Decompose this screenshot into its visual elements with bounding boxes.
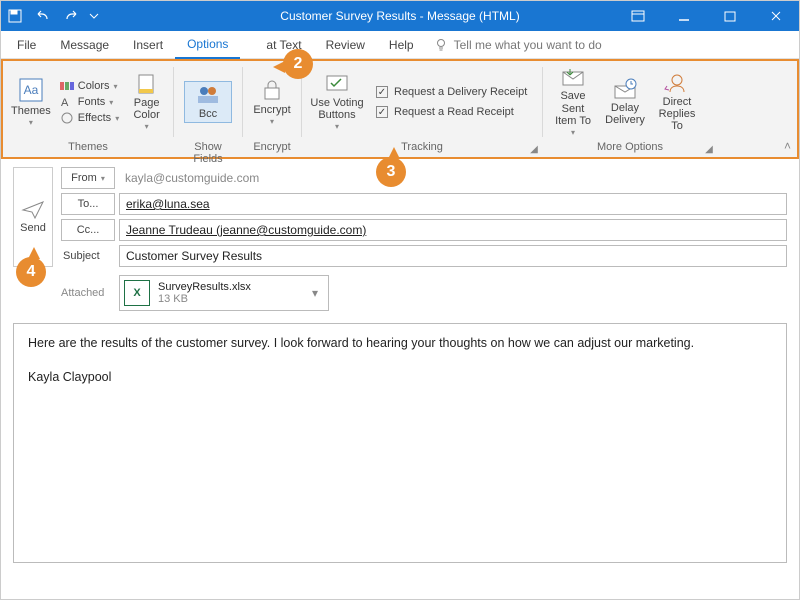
- effects-button[interactable]: Effects▾: [57, 111, 122, 125]
- body-paragraph: Here are the results of the customer sur…: [28, 336, 772, 350]
- group-encrypt-label: Encrypt: [249, 141, 295, 157]
- colors-icon: [60, 80, 74, 92]
- group-themes-label: Themes: [9, 141, 167, 157]
- attachment-item[interactable]: X SurveyResults.xlsx 13 KB ▾: [119, 275, 329, 311]
- save-sent-button[interactable]: Save Sent Item To▾: [549, 64, 597, 139]
- page-color-button[interactable]: Page Color▾: [126, 71, 167, 134]
- lightbulb-icon: [434, 38, 448, 52]
- delay-delivery-button[interactable]: Delay Delivery: [601, 76, 649, 128]
- from-button[interactable]: From▾: [61, 167, 115, 189]
- tellme-search[interactable]: Tell me what you want to do: [434, 38, 602, 52]
- group-show-fields: Bcc Show Fields: [174, 61, 242, 157]
- qat-customize-icon[interactable]: [85, 1, 103, 31]
- callout-badge-4: 4: [16, 257, 46, 287]
- group-more-options: Save Sent Item To▾ Delay Delivery Direct…: [543, 61, 717, 157]
- fonts-icon: A: [60, 96, 74, 108]
- cc-button[interactable]: Cc...: [61, 219, 115, 241]
- svg-text:A: A: [61, 97, 69, 108]
- menu-insert[interactable]: Insert: [121, 31, 175, 59]
- tracking-launcher-icon[interactable]: ◢: [528, 143, 540, 155]
- delay-icon: [612, 78, 638, 100]
- delivery-receipt-checkbox[interactable]: ✓Request a Delivery Receipt: [374, 85, 529, 99]
- svg-text:Aa: Aa: [24, 83, 39, 97]
- voting-buttons-button[interactable]: Use Voting Buttons▾: [308, 71, 366, 134]
- message-body[interactable]: Here are the results of the customer sur…: [13, 323, 787, 563]
- group-tracking-label: Tracking: [308, 141, 536, 157]
- attachment-name: SurveyResults.xlsx: [158, 281, 251, 293]
- subject-field[interactable]: Customer Survey Results: [119, 245, 787, 267]
- voting-icon: [324, 73, 350, 95]
- menu-message[interactable]: Message: [48, 31, 121, 59]
- read-receipt-checkbox[interactable]: ✓Request a Read Receipt: [374, 105, 529, 119]
- direct-replies-icon: [664, 72, 690, 94]
- window-title: Customer Survey Results - Message (HTML): [280, 9, 519, 23]
- title-bar: Customer Survey Results - Message (HTML): [1, 1, 799, 31]
- themes-icon: Aa: [18, 77, 44, 103]
- from-value: kayla@customguide.com: [119, 167, 787, 189]
- group-show-fields-label: Show Fields: [180, 141, 236, 157]
- ribbon: Aa Themes▾ Colors▾ A Fonts▾ Effects▾: [1, 59, 799, 159]
- themes-button[interactable]: Aa Themes▾: [9, 75, 53, 130]
- callout-badge-2: 2: [283, 49, 313, 79]
- group-more-options-label: More Options: [549, 141, 711, 157]
- bcc-icon: [195, 84, 221, 106]
- save-icon[interactable]: [1, 1, 29, 31]
- colors-button[interactable]: Colors▾: [57, 79, 122, 93]
- menu-file[interactable]: File: [5, 31, 48, 59]
- encrypt-button[interactable]: Encrypt▾: [249, 76, 295, 129]
- page-color-icon: [136, 73, 158, 95]
- attachment-size: 13 KB: [158, 293, 251, 305]
- attached-label: Attached: [61, 282, 119, 304]
- menu-bar: File Message Insert Options at Text Revi…: [1, 31, 799, 59]
- to-button[interactable]: To...: [61, 193, 115, 215]
- tellme-label: Tell me what you want to do: [454, 38, 602, 52]
- to-field[interactable]: erika@luna.sea: [119, 193, 787, 215]
- redo-icon[interactable]: [57, 1, 85, 31]
- attachment-dropdown-icon[interactable]: ▾: [308, 286, 322, 300]
- excel-icon: X: [124, 280, 150, 306]
- callout-badge-3: 3: [376, 157, 406, 187]
- undo-icon[interactable]: [29, 1, 57, 31]
- lock-icon: [260, 78, 284, 102]
- collapse-ribbon-icon[interactable]: ˄: [784, 139, 791, 153]
- bcc-button[interactable]: Bcc: [184, 81, 232, 123]
- effects-icon: [60, 112, 74, 124]
- ribbon-display-icon[interactable]: [615, 1, 661, 31]
- maximize-button[interactable]: [707, 1, 753, 31]
- direct-replies-button[interactable]: Direct Replies To: [653, 70, 701, 134]
- menu-review[interactable]: Review: [314, 31, 377, 59]
- compose-area: Send From▾ kayla@customguide.com To... e…: [1, 159, 799, 571]
- fonts-button[interactable]: A Fonts▾: [57, 95, 122, 109]
- save-sent-icon: [560, 66, 586, 88]
- group-tracking: Use Voting Buttons▾ ✓Request a Delivery …: [302, 61, 542, 157]
- minimize-button[interactable]: [661, 1, 707, 31]
- close-button[interactable]: [753, 1, 799, 31]
- send-icon: [21, 200, 45, 220]
- subject-label: Subject: [61, 245, 119, 267]
- group-themes: Aa Themes▾ Colors▾ A Fonts▾ Effects▾: [3, 61, 173, 157]
- menu-options[interactable]: Options: [175, 31, 240, 59]
- body-signature: Kayla Claypool: [28, 370, 772, 384]
- menu-help[interactable]: Help: [377, 31, 426, 59]
- more-options-launcher-icon[interactable]: ◢: [703, 143, 715, 155]
- cc-field[interactable]: Jeanne Trudeau (jeanne@customguide.com): [119, 219, 787, 241]
